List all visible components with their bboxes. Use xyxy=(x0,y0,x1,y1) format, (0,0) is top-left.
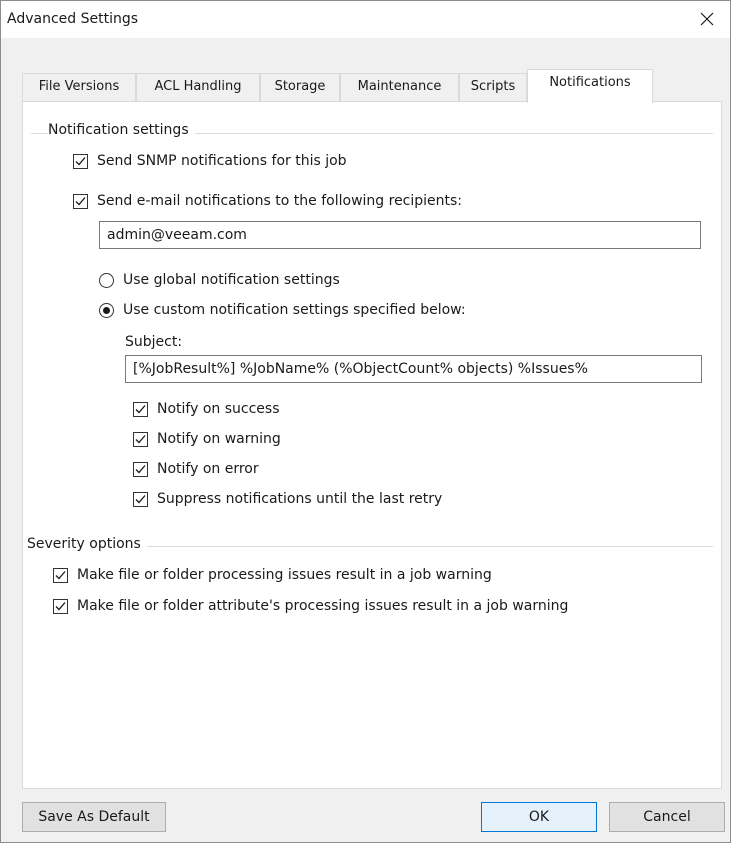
cancel-button[interactable]: Cancel xyxy=(609,802,725,832)
custom-settings-label: Use custom notification settings specifi… xyxy=(123,302,466,318)
global-settings-option[interactable]: Use global notification settings xyxy=(99,272,340,288)
close-icon xyxy=(700,12,714,26)
file-folder-warning-option[interactable]: Make file or folder processing issues re… xyxy=(53,567,492,583)
suppress-notifications-checkbox[interactable] xyxy=(133,491,148,507)
attribute-warning-checkbox[interactable] xyxy=(53,598,68,614)
global-settings-label: Use global notification settings xyxy=(123,272,340,288)
notify-success-label: Notify on success xyxy=(157,401,280,417)
attribute-warning-label: Make file or folder attribute's processi… xyxy=(77,598,569,614)
checkmark-icon xyxy=(55,601,66,610)
checkmark-icon xyxy=(75,156,86,165)
attribute-warning-option[interactable]: Make file or folder attribute's processi… xyxy=(53,598,568,614)
suppress-notifications-option[interactable]: Suppress notifications until the last re… xyxy=(133,491,442,507)
advanced-settings-dialog: Advanced Settings File Versions ACL Hand… xyxy=(0,0,731,843)
save-as-default-button[interactable]: Save As Default xyxy=(22,802,166,832)
notification-settings-title: Notification settings xyxy=(48,122,195,138)
notifications-panel: Notification settings Send SNMP notifica… xyxy=(22,101,722,789)
notify-error-checkbox[interactable] xyxy=(133,461,148,477)
tab-storage[interactable]: Storage xyxy=(260,73,340,102)
notify-warning-option[interactable]: Notify on warning xyxy=(133,431,281,447)
notify-success-option[interactable]: Notify on success xyxy=(133,401,280,417)
email-checkbox[interactable] xyxy=(73,193,88,209)
custom-settings-radio[interactable] xyxy=(99,302,114,318)
subject-input[interactable]: [%JobResult%] %JobName% (%ObjectCount% o… xyxy=(125,355,702,383)
checkmark-icon xyxy=(55,570,66,579)
notify-error-label: Notify on error xyxy=(157,461,259,477)
close-button[interactable] xyxy=(684,1,730,38)
email-label: Send e-mail notifications to the followi… xyxy=(97,193,463,209)
tab-notifications[interactable]: Notifications xyxy=(527,69,653,103)
severity-options-title: Severity options xyxy=(27,536,147,552)
snmp-notifications-option[interactable]: Send SNMP notifications for this job xyxy=(73,153,347,169)
tab-maintenance[interactable]: Maintenance xyxy=(340,73,459,102)
checkmark-icon xyxy=(135,404,146,413)
checkmark-icon xyxy=(135,494,146,503)
email-notifications-option[interactable]: Send e-mail notifications to the followi… xyxy=(73,193,462,209)
tab-file-versions[interactable]: File Versions xyxy=(22,73,136,102)
file-folder-warning-checkbox[interactable] xyxy=(53,567,68,583)
tab-scripts[interactable]: Scripts xyxy=(459,73,527,102)
snmp-label: Send SNMP notifications for this job xyxy=(97,153,347,169)
snmp-checkbox[interactable] xyxy=(73,153,88,169)
window-title: Advanced Settings xyxy=(7,11,139,27)
custom-settings-option[interactable]: Use custom notification settings specifi… xyxy=(99,302,466,318)
suppress-notifications-label: Suppress notifications until the last re… xyxy=(157,491,443,507)
subject-label: Subject: xyxy=(125,334,183,350)
global-settings-radio[interactable] xyxy=(99,272,114,288)
notify-error-option[interactable]: Notify on error xyxy=(133,461,259,477)
notify-success-checkbox[interactable] xyxy=(133,401,148,417)
tab-acl-handling[interactable]: ACL Handling xyxy=(136,73,260,102)
checkmark-icon xyxy=(135,464,146,473)
checkmark-icon xyxy=(135,434,146,443)
recipients-input[interactable]: admin@veeam.com xyxy=(99,221,701,249)
file-folder-warning-label: Make file or folder processing issues re… xyxy=(77,567,492,583)
notify-warning-label: Notify on warning xyxy=(157,431,281,447)
ok-button[interactable]: OK xyxy=(481,802,597,832)
title-bar: Advanced Settings xyxy=(1,1,730,38)
checkmark-icon xyxy=(75,196,86,205)
notify-warning-checkbox[interactable] xyxy=(133,431,148,447)
